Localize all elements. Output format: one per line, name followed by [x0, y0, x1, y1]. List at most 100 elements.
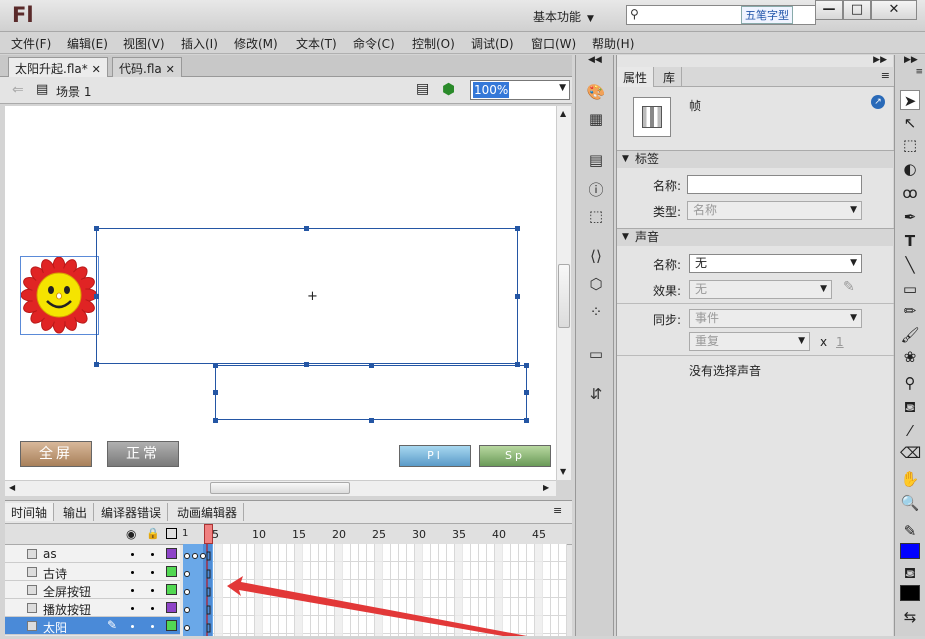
- resize-handle[interactable]: [369, 418, 374, 423]
- panel-menu-icon[interactable]: ≡: [881, 69, 890, 82]
- menu-control[interactable]: 控制(O): [412, 35, 455, 52]
- lock-dot[interactable]: [151, 607, 154, 610]
- resize-handle[interactable]: [94, 294, 99, 299]
- resize-handle[interactable]: [515, 226, 520, 231]
- selection-tool-icon[interactable]: ➤: [900, 90, 920, 110]
- visible-dot[interactable]: [131, 625, 134, 628]
- workspace-switcher[interactable]: 基本功能 ▼: [533, 8, 594, 25]
- line-tool-icon[interactable]: ╲: [900, 255, 920, 275]
- resize-handle[interactable]: [524, 363, 529, 368]
- resize-handle[interactable]: [213, 363, 218, 368]
- outline-color-swatch[interactable]: [166, 602, 177, 613]
- pencil-tool-icon[interactable]: ✏: [900, 301, 920, 321]
- minimize-button[interactable]: —: [815, 0, 843, 20]
- outline-color-swatch[interactable]: [166, 548, 177, 559]
- code-snippets-icon[interactable]: ⟨⟩: [586, 247, 606, 265]
- repeat-count[interactable]: 1: [836, 335, 844, 349]
- lasso-tool-icon[interactable]: ꝏ: [900, 183, 920, 203]
- color-palette-icon[interactable]: 🎨: [586, 83, 606, 101]
- text-tool-icon[interactable]: T: [900, 231, 920, 251]
- tab-compiler-errors[interactable]: 编译器错误: [95, 503, 169, 521]
- layer-row[interactable]: 全屏按钮: [5, 581, 180, 599]
- eye-icon[interactable]: ◉: [126, 527, 136, 541]
- deco-tool-icon[interactable]: ❀: [900, 347, 920, 367]
- back-arrow-icon[interactable]: ⇐: [12, 82, 24, 98]
- panel-menu-icon[interactable]: ≡: [553, 504, 562, 517]
- tab-timeline[interactable]: 时间轴: [5, 503, 55, 521]
- rectangle-tool-icon[interactable]: ▭: [900, 279, 920, 299]
- outline-color-swatch[interactable]: [166, 620, 177, 631]
- lock-dot[interactable]: [151, 589, 154, 592]
- pen-tool-icon[interactable]: ✒: [900, 207, 920, 227]
- movie-explorer-icon[interactable]: ⇵: [586, 385, 606, 403]
- doc-tab-active[interactable]: 太阳升起.fla* ✕: [8, 57, 108, 77]
- lock-dot[interactable]: [151, 571, 154, 574]
- free-transform-tool-icon[interactable]: ⬚: [900, 135, 920, 155]
- visible-dot[interactable]: [131, 589, 134, 592]
- resize-handle[interactable]: [94, 226, 99, 231]
- visible-dot[interactable]: [131, 607, 134, 610]
- tab-properties[interactable]: 属性: [617, 67, 655, 87]
- brush-tool-icon[interactable]: 🖌: [900, 325, 920, 345]
- lock-dot[interactable]: [151, 625, 154, 628]
- menu-window[interactable]: 窗口(W): [531, 35, 576, 52]
- layer-row-selected[interactable]: 太阳 ✎: [5, 617, 180, 635]
- swap-colors-icon[interactable]: ⇆: [900, 607, 920, 627]
- resize-handle[interactable]: [304, 226, 309, 231]
- scroll-right-icon[interactable]: ▶: [543, 483, 549, 492]
- scroll-thumb[interactable]: [558, 264, 570, 328]
- scroll-left-icon[interactable]: ◀: [9, 483, 15, 492]
- resize-handle[interactable]: [213, 418, 218, 423]
- zoom-select[interactable]: 100% ▼: [470, 80, 570, 100]
- menu-edit[interactable]: 编辑(E): [67, 35, 108, 52]
- stage[interactable]: + 全屏 正常 Pl Sp: [5, 106, 556, 480]
- resize-handle[interactable]: [369, 363, 374, 368]
- layer-row[interactable]: as: [5, 545, 180, 563]
- eyedropper-tool-icon[interactable]: ⁄: [900, 421, 920, 441]
- stroke-color-swatch[interactable]: [900, 543, 920, 559]
- close-tab-icon[interactable]: ✕: [92, 63, 101, 76]
- bone-tool-icon[interactable]: ⚲: [900, 373, 920, 393]
- menu-text[interactable]: 文本(T): [296, 35, 337, 52]
- edit-symbol-icon[interactable]: ⬢: [442, 80, 455, 98]
- menu-commands[interactable]: 命令(C): [353, 35, 395, 52]
- menu-view[interactable]: 视图(V): [123, 35, 165, 52]
- expand-tools-icon[interactable]: ▶▶: [904, 55, 918, 65]
- menu-insert[interactable]: 插入(I): [181, 35, 218, 52]
- outline-color-swatch[interactable]: [166, 584, 177, 595]
- transform-icon[interactable]: ⬚: [586, 207, 606, 225]
- zoom-tool-icon[interactable]: 🔍: [900, 493, 920, 513]
- lock-dot[interactable]: [151, 553, 154, 556]
- edit-pencil-icon[interactable]: ✎: [843, 279, 855, 295]
- resize-handle[interactable]: [515, 294, 520, 299]
- fill-color-swatch[interactable]: [900, 585, 920, 601]
- sound-repeat-select[interactable]: 重复 ▼: [689, 332, 810, 351]
- tab-motion-editor[interactable]: 动画编辑器: [171, 503, 245, 521]
- tab-output[interactable]: 输出: [57, 503, 95, 521]
- tab-library[interactable]: 库: [657, 67, 683, 87]
- resize-handle[interactable]: [213, 390, 218, 395]
- stage-vertical-scrollbar[interactable]: ▲ ▼: [556, 106, 571, 480]
- play-button[interactable]: Pl: [399, 445, 471, 467]
- sound-sync-select[interactable]: 事件 ▼: [689, 309, 862, 328]
- section-sound[interactable]: ▼ 声音: [617, 228, 894, 246]
- panel-menu-icon[interactable]: ≡: [895, 67, 925, 77]
- scroll-up-icon[interactable]: ▲: [560, 109, 566, 118]
- maximize-button[interactable]: □: [843, 0, 871, 20]
- frame-name-input[interactable]: [687, 175, 862, 194]
- 3d-rotation-tool-icon[interactable]: ◐: [900, 159, 920, 179]
- scroll-thumb[interactable]: [210, 482, 350, 494]
- align-icon[interactable]: ▤: [586, 151, 606, 169]
- close-button[interactable]: ✕: [871, 0, 917, 20]
- outline-icon[interactable]: [166, 528, 177, 539]
- sound-name-select[interactable]: 无 ▼: [689, 254, 862, 273]
- visible-dot[interactable]: [131, 553, 134, 556]
- help-link-icon[interactable]: ↗: [871, 95, 885, 109]
- stop-button[interactable]: Sp: [479, 445, 551, 467]
- fullscreen-button[interactable]: 全屏: [20, 441, 92, 467]
- section-label[interactable]: ▼ 标签: [617, 150, 894, 168]
- motion-presets-icon[interactable]: ⁘: [586, 303, 606, 321]
- history-icon[interactable]: ▭: [586, 345, 606, 363]
- resize-handle[interactable]: [524, 390, 529, 395]
- doc-tab-code[interactable]: 代码.fla ✕: [112, 57, 182, 77]
